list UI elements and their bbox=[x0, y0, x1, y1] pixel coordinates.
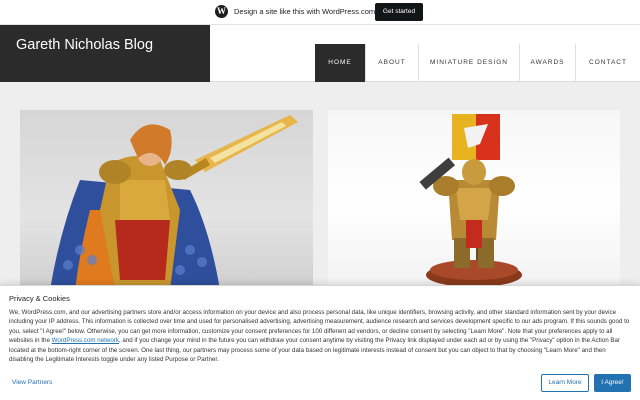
cookie-banner-title: Privacy & Cookies bbox=[9, 294, 70, 303]
nav-item-about[interactable]: ABOUT bbox=[365, 44, 418, 82]
view-partners-link[interactable]: View Partners bbox=[12, 379, 52, 386]
site-header: Gareth Nicholas Blog HOME ABOUT MINIATUR… bbox=[0, 25, 640, 82]
site-branding: Gareth Nicholas Blog bbox=[0, 25, 210, 82]
get-started-button[interactable]: Get started bbox=[375, 3, 423, 21]
i-agree-button[interactable]: I Agree! bbox=[594, 374, 631, 392]
promo-text[interactable]: Design a site like this with WordPress.c… bbox=[234, 7, 375, 16]
main-navigation: HOME ABOUT MINIATURE DESIGN AWARDS CONTA… bbox=[315, 44, 640, 82]
learn-more-button[interactable]: Learn More bbox=[541, 374, 589, 392]
nav-item-miniature-design[interactable]: MINIATURE DESIGN bbox=[418, 44, 519, 82]
painted-miniature-golden-warrior-image bbox=[50, 115, 298, 290]
nav-item-home[interactable]: HOME bbox=[315, 44, 365, 82]
wordpress-network-link[interactable]: WordPress.com network bbox=[52, 337, 119, 344]
nav-item-awards[interactable]: AWARDS bbox=[519, 44, 575, 82]
painted-miniature-golden-soldier-image bbox=[419, 114, 522, 287]
nav-item-contact[interactable]: CONTACT bbox=[575, 44, 640, 82]
cookie-banner-text: We, WordPress.com, and our advertising p… bbox=[9, 308, 631, 364]
wordpress-logo-icon[interactable]: W bbox=[215, 5, 228, 18]
site-title[interactable]: Gareth Nicholas Blog bbox=[16, 36, 196, 54]
post-thumbnail-1[interactable] bbox=[20, 110, 313, 290]
wordpress-promo-bar: W Design a site like this with WordPress… bbox=[0, 0, 640, 25]
post-thumbnail-2[interactable] bbox=[328, 110, 620, 290]
cookie-consent-banner: Privacy & Cookies We, WordPress.com, and… bbox=[0, 285, 640, 400]
